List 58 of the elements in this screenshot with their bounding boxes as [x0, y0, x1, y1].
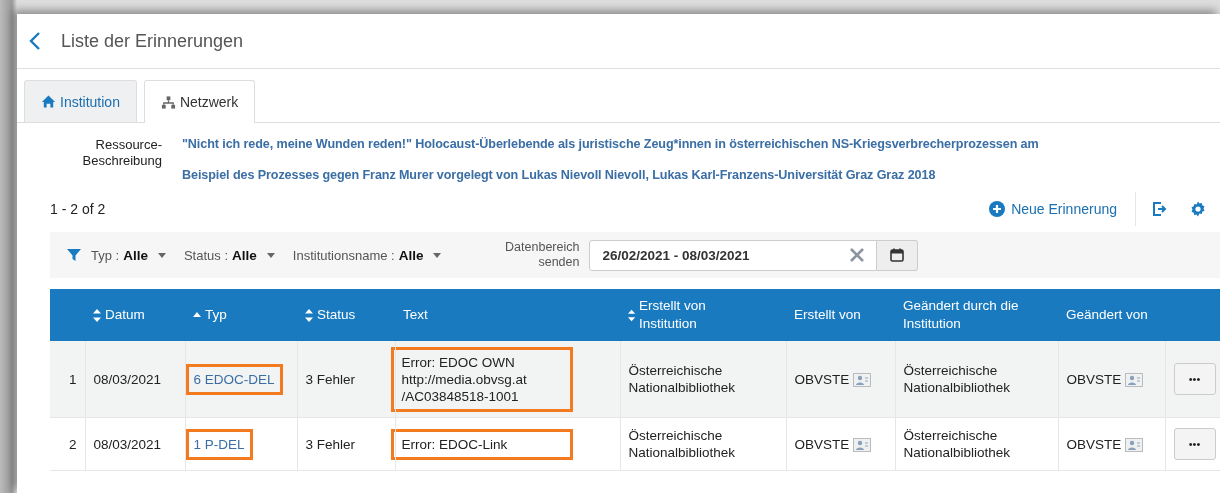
- page-title: Liste der Erinnerungen: [61, 30, 244, 52]
- table-cell: OBVSTE: [1066, 371, 1122, 387]
- user-card-icon: [853, 437, 872, 452]
- plus-circle-icon: [989, 201, 1006, 217]
- column-header[interactable]: Text: [403, 306, 428, 324]
- table-cell: 3 Fehler: [305, 371, 356, 387]
- tab[interactable]: Institution: [24, 80, 137, 122]
- calendar-icon: [890, 248, 905, 262]
- type-link[interactable]: 1 P-DEL: [185, 428, 253, 460]
- column-header[interactable]: Status: [305, 306, 356, 324]
- sort-icon: [305, 308, 313, 322]
- table-cell: OBVSTE: [1066, 436, 1122, 452]
- row-number: 2: [69, 436, 77, 452]
- field-label: Datenbereich senden: [504, 240, 580, 270]
- sort-icon: [628, 308, 636, 322]
- more-button[interactable]: •••: [1173, 428, 1216, 460]
- table-cell: OBVSTE: [794, 436, 850, 452]
- new-reminder-button[interactable]: Neue Erinnerung: [979, 201, 1127, 217]
- resource-title-link[interactable]: Beispiel des Prozesses gegen Franz Murer vorgelegt von Lukas Nievoll Nievoll, Lukas Karl-Franzens-Universität Graz Graz 2018: [182, 168, 1039, 182]
- user-card-icon: [853, 372, 872, 387]
- table-cell: Österreichische Nationalbibliothek: [628, 428, 736, 460]
- filter-dropdown[interactable]: Status : Alle: [183, 247, 275, 263]
- column-header[interactable]: Typ: [193, 306, 227, 324]
- row-number: 1: [69, 371, 77, 387]
- filter-icon: [67, 248, 81, 262]
- tab[interactable]: Netzwerk: [143, 80, 256, 123]
- message-text: Error: EDOC OWN http://media.obvsg.at /AC03848518-1001: [390, 346, 573, 412]
- filter-dropdown[interactable]: Typ : Alle: [91, 247, 166, 263]
- date-range-field[interactable]: 26/02/2021 - 08/03/2021: [589, 239, 878, 271]
- table-cell: 08/03/2021: [93, 371, 162, 387]
- table-cell: 3 Fehler: [305, 436, 356, 452]
- result-count: 1 - 2 of 2: [50, 201, 107, 217]
- table-cell: OBVSTE: [794, 371, 850, 387]
- table-cell: Österreichische Nationalbibliothek: [903, 428, 1011, 460]
- export-icon: [1152, 201, 1168, 217]
- house-icon: [41, 94, 56, 109]
- calendar-button[interactable]: [877, 239, 919, 271]
- user-card-icon: [1125, 437, 1144, 452]
- chevron-left-icon: [29, 31, 41, 51]
- caret-icon: [157, 252, 166, 258]
- column-header[interactable]: Datum: [93, 306, 145, 324]
- type-link[interactable]: 6 EDOC-DEL: [185, 363, 283, 395]
- message-text: Error: EDOC-Link: [390, 428, 573, 460]
- caret-icon: [266, 252, 275, 258]
- table-cell: 08/03/2021: [93, 436, 162, 452]
- close-icon: [850, 248, 865, 262]
- resource-title-link[interactable]: "Nicht ich rede, meine Wunden reden!" Holocaust-Überlebende als juristische Zeug*innen in österreichischen NS-Kriegsverbrecherprozessen am: [182, 137, 1039, 151]
- field-label: Ressource-Beschreibung: [81, 137, 162, 170]
- network-icon: [160, 94, 176, 110]
- settings-icon: [1190, 201, 1206, 217]
- table-cell: Österreichische Nationalbibliothek: [903, 363, 1011, 395]
- sort-icon: [93, 308, 101, 322]
- more-button[interactable]: •••: [1173, 363, 1216, 395]
- clear-button[interactable]: [850, 248, 865, 262]
- table-cell: Österreichische Nationalbibliothek: [628, 363, 736, 395]
- user-card-icon: [1125, 372, 1144, 387]
- caret-icon: [433, 252, 442, 258]
- filter-dropdown[interactable]: Institutionsname : Alle: [292, 247, 442, 263]
